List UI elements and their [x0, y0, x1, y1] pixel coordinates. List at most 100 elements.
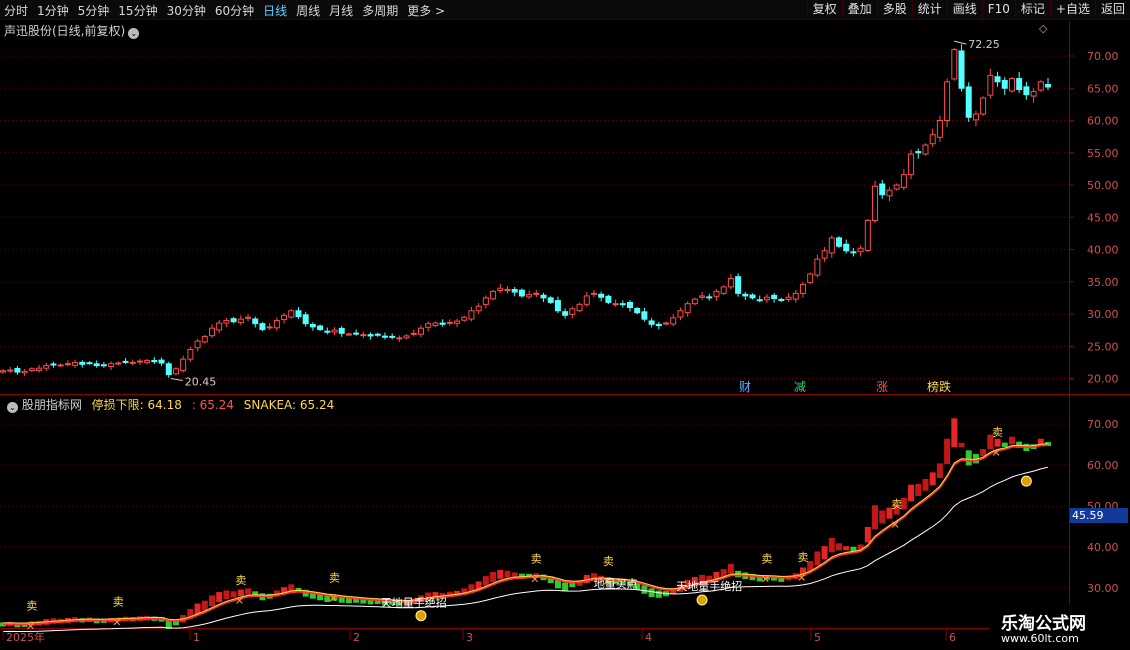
- candle-up: [223, 319, 230, 324]
- candle-down: [50, 363, 57, 366]
- candle-down: [778, 298, 785, 301]
- candle-down: [994, 76, 1001, 83]
- coin-icon: [415, 610, 427, 622]
- cross-icon: ✕: [992, 447, 1001, 460]
- candle-down: [641, 311, 648, 320]
- indicator-layer: 卖✕卖✕卖✕卖✕卖✕卖✕卖✕卖✕卖✕卖✕天地量手绝招地量买点 天地量手绝招: [0, 418, 1051, 633]
- candle-down: [706, 296, 713, 299]
- indicator-block: [209, 595, 215, 607]
- candle-up: [785, 296, 792, 301]
- indicator-block: [828, 537, 835, 553]
- cross-icon: ✕: [235, 595, 244, 608]
- candle-up: [410, 332, 417, 335]
- candle-down: [353, 332, 360, 335]
- chevron-down-icon[interactable]: ⌄: [128, 28, 140, 39]
- indicator-block: [497, 569, 504, 579]
- diamond-icon[interactable]: ◇: [1039, 22, 1047, 35]
- indicator-block: [1008, 436, 1015, 445]
- watermark-title: 乐淘公式网: [1001, 614, 1086, 634]
- time-axis-label: 4: [645, 631, 652, 644]
- signal-text: 天地量手绝招: [381, 596, 447, 610]
- snake-line: [2, 443, 1049, 624]
- candle-down: [627, 301, 633, 309]
- candle-up: [360, 334, 367, 337]
- sell-signal: 卖: [797, 551, 808, 564]
- signal-text: 天地量手绝招: [676, 579, 742, 593]
- candle-down: [122, 360, 129, 363]
- axis-layer: 70.00 65.00 60.00 55.00 50.00 45.00 40.00 35.00…: [2, 50, 1119, 644]
- candle-up: [821, 250, 828, 259]
- candle-up: [972, 113, 979, 121]
- candle-up: [432, 322, 439, 326]
- candle-up: [345, 333, 352, 336]
- candle-up: [763, 296, 770, 301]
- sell-signal: 卖: [329, 572, 340, 585]
- candle-down: [324, 330, 331, 333]
- candle-down: [86, 362, 93, 365]
- time-axis-label: 2025年: [6, 630, 45, 644]
- candle-down: [518, 289, 525, 297]
- candle-down: [309, 324, 316, 328]
- main-y-tick-label: 45.00: [1087, 211, 1119, 224]
- time-axis-label: 2: [353, 631, 360, 644]
- sell-signal: 卖: [235, 574, 246, 587]
- candle-up: [944, 81, 951, 122]
- candle-down: [850, 251, 857, 254]
- indicator-block: [504, 570, 511, 578]
- candle-up: [43, 365, 50, 369]
- candle-up: [663, 322, 670, 325]
- candle-up: [461, 316, 468, 321]
- candle-up: [490, 290, 497, 300]
- indicator-block: [201, 600, 208, 611]
- sell-signal: 卖: [761, 552, 772, 565]
- main-y-tick-label: 30.00: [1087, 308, 1119, 321]
- indicator-block: [908, 484, 915, 502]
- candle-layer: 72.25 20.45 财 减 涨 榜跌: [0, 38, 1051, 394]
- candle-down: [1023, 86, 1030, 96]
- candle-up: [576, 303, 583, 312]
- indicator-block: [655, 590, 662, 598]
- sell-signal: 卖: [113, 596, 124, 609]
- indicator-block: [936, 463, 943, 479]
- candle-up: [454, 320, 461, 324]
- coin-icon: [696, 594, 708, 606]
- main-chart-title[interactable]: 声迅股份(日线,前复权) ⌄: [4, 22, 140, 39]
- main-y-tick-label: 40.00: [1087, 244, 1119, 257]
- candle-up: [482, 297, 489, 305]
- sell-signal: 卖: [992, 426, 1003, 439]
- candle-down: [79, 361, 86, 365]
- candle-down: [554, 300, 561, 312]
- coin-icon: [1020, 475, 1032, 487]
- candle-up: [980, 97, 987, 115]
- time-axis-label: 3: [466, 631, 473, 644]
- candle-down: [843, 243, 850, 252]
- candle-down: [511, 288, 518, 293]
- charts-svg[interactable]: 72.2520.45 财减涨榜跌 卖✕卖✕卖✕卖✕卖✕卖✕卖✕卖✕卖✕卖✕天地量手…: [0, 0, 1130, 650]
- candle-up: [828, 237, 835, 254]
- indicator-title[interactable]: ⌄ 股朋指标网 停损下限: 64.18 : 65.24 SNAKEA: 65.2…: [4, 396, 334, 413]
- candle-down: [655, 323, 662, 327]
- candle-up: [28, 368, 35, 372]
- candle-up: [21, 370, 28, 374]
- grid-layer: [0, 21, 1130, 629]
- candle-up: [583, 295, 590, 305]
- indicator-block: [641, 585, 648, 594]
- candle-up: [425, 323, 432, 328]
- candle-up: [194, 340, 201, 349]
- candle-up: [526, 294, 533, 298]
- candle-down: [14, 368, 21, 373]
- candle-down: [756, 299, 763, 302]
- candle-up: [201, 336, 208, 343]
- indicator-block: [223, 590, 230, 600]
- candle-up: [590, 292, 597, 295]
- indicator-block: [980, 449, 987, 457]
- candle-down: [389, 335, 396, 338]
- indicator-block: [879, 510, 886, 524]
- candle-up: [893, 184, 900, 190]
- candle-down: [742, 293, 749, 297]
- cross-icon: ✕: [797, 571, 806, 584]
- candle-up: [446, 321, 453, 324]
- candle-down: [879, 183, 886, 196]
- chevron-down-icon[interactable]: ⌄: [7, 402, 18, 413]
- indicator-block: [915, 483, 922, 496]
